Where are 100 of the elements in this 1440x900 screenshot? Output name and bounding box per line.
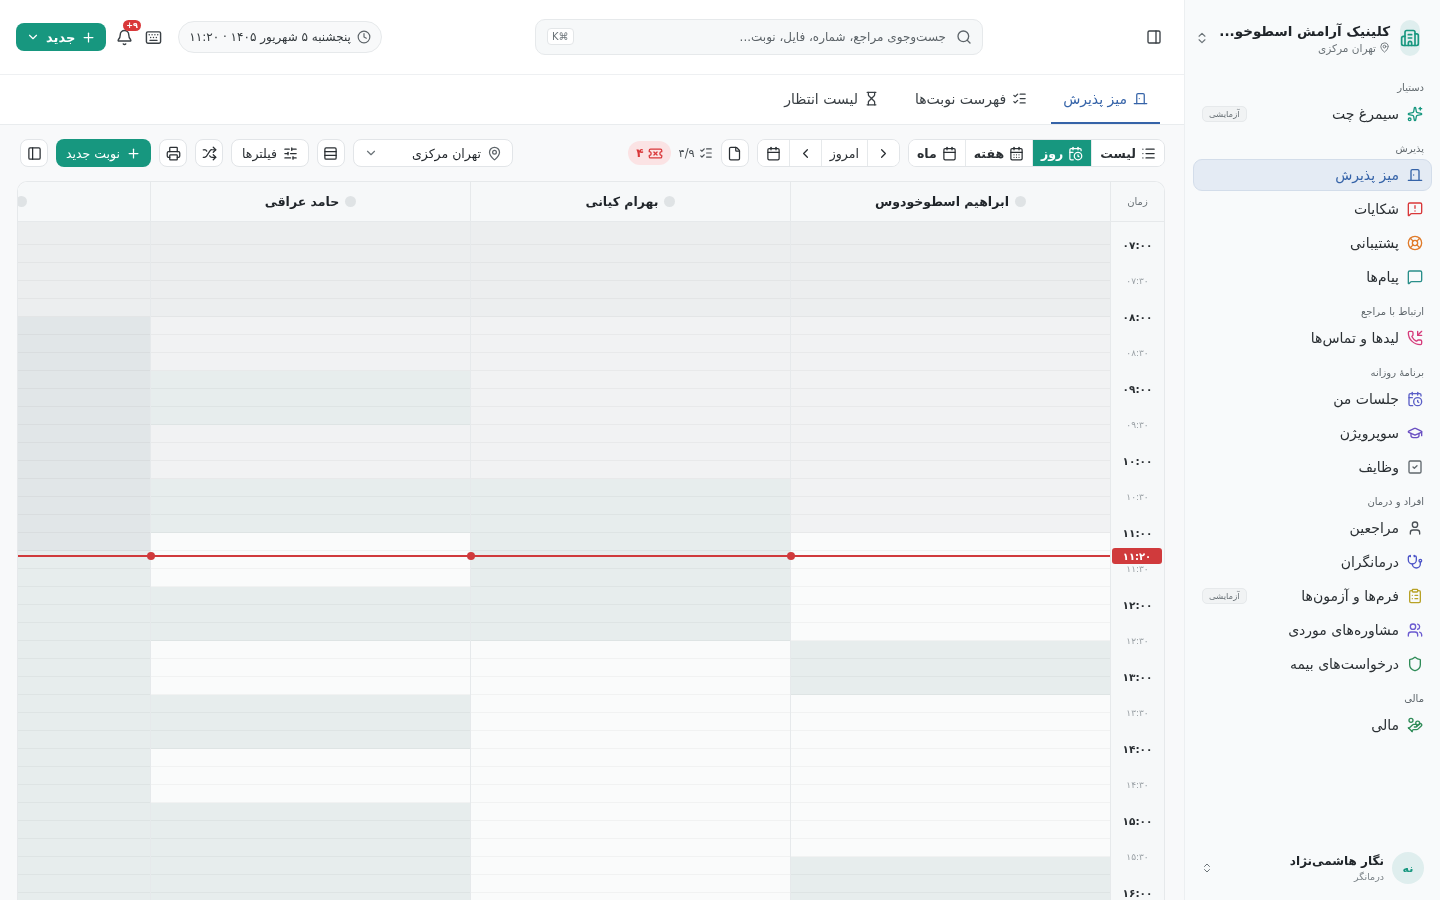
nav-item[interactable]: پشتیبانی (1193, 227, 1432, 259)
printer-icon (165, 145, 181, 161)
nav-item[interactable]: شکایات (1193, 193, 1432, 225)
nav-item[interactable]: وظایف (1193, 451, 1432, 483)
print-button[interactable] (159, 139, 187, 167)
user-role: درمانگر (1352, 871, 1384, 882)
section-label: افراد و درمان (1366, 495, 1425, 510)
section-label: پذیرش (1394, 142, 1425, 157)
clinic-logo (1400, 20, 1420, 56)
nav-item[interactable]: مشاوره‌های موردی (1193, 614, 1432, 646)
therapist-name: حامد عراقی (264, 194, 340, 209)
clipboard-icon (1407, 588, 1423, 604)
message-alert-icon (1407, 201, 1423, 217)
new-appointment-button[interactable]: نوبت جدید (56, 139, 151, 167)
shortcut-hint: ⌘K (547, 28, 574, 45)
location-select[interactable]: تهران مرکزی (352, 139, 513, 167)
tab[interactable]: میز پذیرش (1051, 75, 1160, 124)
beta-badge: آزمایشی (1202, 588, 1247, 604)
list-icon (1141, 145, 1156, 161)
column-header: زمان (1127, 196, 1148, 207)
section-label: برنامهٔ روزانه (1369, 366, 1425, 381)
clinic-location: تهران مرکزی (1318, 41, 1376, 54)
nav-item[interactable]: لیدها و تماس‌ها (1193, 322, 1432, 354)
cancelled-count: ۴ (628, 141, 671, 165)
stethoscope-icon (1407, 554, 1423, 570)
chevrons-icon[interactable] (1201, 862, 1213, 874)
file-button[interactable] (720, 139, 749, 167)
shuffle-button[interactable] (195, 139, 223, 167)
time-label: ۱۴:۰۰ (1122, 742, 1153, 757)
nav-item[interactable]: میز پذیرش (1193, 159, 1432, 191)
sparkles-icon (1407, 106, 1423, 122)
plus-icon (81, 29, 97, 45)
time-label: ۰۹:۳۰ (1126, 419, 1149, 432)
time-label: ۱۴:۳۰ (1126, 779, 1149, 792)
notification-count: ۹+ (123, 19, 141, 32)
search-icon (956, 29, 972, 45)
time-label: ۱۲:۳۰ (1126, 635, 1149, 648)
nav-item[interactable]: درخواست‌های بیمه (1193, 648, 1432, 680)
time-label: ۱۱:۰۰ (1122, 526, 1153, 541)
time-label: ۱۱:۳۰ (1126, 563, 1149, 576)
panel-button[interactable] (20, 139, 48, 167)
checklist-icon (1012, 91, 1028, 106)
view-option[interactable]: روز (1032, 140, 1092, 166)
section-label: ارتباط با مراجع (1359, 305, 1425, 320)
user-name: نگار هاشمی‌نژاد (1288, 854, 1384, 868)
completed-count: ۴/۹ (678, 146, 695, 160)
lifebuoy-icon (1407, 235, 1423, 251)
calendar-icon (1009, 145, 1025, 161)
time-label: ۰۸:۳۰ (1126, 347, 1149, 360)
time-label: ۱۵:۰۰ (1122, 814, 1153, 829)
time-label: ۰۹:۰۰ (1122, 382, 1153, 397)
time-label: ۱۳:۳۰ (1126, 707, 1149, 720)
panel-toggle-button[interactable] (1146, 29, 1162, 45)
therapist-name: بهرام کیانی (585, 194, 659, 209)
ticket-icon (647, 145, 663, 161)
user-icon (1407, 520, 1423, 536)
rows-icon (323, 145, 339, 161)
previous-button[interactable] (866, 140, 899, 166)
nav-item[interactable]: سوپرویژن (1193, 417, 1432, 449)
nav-item[interactable]: مالی (1193, 709, 1432, 741)
time-label: ۰۸:۰۰ (1122, 310, 1153, 325)
time-label: ۱۶:۰۰ (1122, 886, 1153, 900)
nav-item[interactable]: درمانگران (1193, 546, 1432, 578)
keyboard-button[interactable] (145, 28, 163, 46)
users-icon (1407, 622, 1423, 638)
therapist-name: ابراهیم اسطوخودوس (875, 194, 1009, 209)
nav-item[interactable]: جلسات من (1193, 383, 1432, 415)
beta-badge: آزمایشی (1202, 106, 1247, 122)
time-label: ۱۵:۳۰ (1126, 851, 1149, 864)
nav-item[interactable]: فرم‌ها و آزمون‌ها آزمایشی (1193, 580, 1432, 612)
graduation-cap-icon (1407, 425, 1423, 441)
rows-button[interactable] (316, 139, 345, 167)
nav-item[interactable]: پیام‌ها (1193, 261, 1432, 293)
new-button[interactable]: جدید (16, 23, 107, 51)
time-label: ۰۷:۰۰ (1122, 238, 1153, 253)
phone-icon (1407, 330, 1423, 346)
date-time: پنجشنبه ۵ شهریور ۱۴۰۵ · ۱۱:۲۰ (189, 30, 351, 44)
coins-icon (1407, 717, 1423, 733)
view-option[interactable]: لیست (1091, 140, 1164, 166)
sliders-icon (282, 145, 298, 161)
notifications-button[interactable] (116, 28, 134, 46)
user-avatar: نه (1392, 852, 1424, 884)
calendar-clock-icon (1407, 391, 1423, 407)
filters-button[interactable]: فیلترها (231, 139, 309, 167)
nav-item[interactable]: مراجعین (1193, 512, 1432, 544)
tab[interactable]: لیست انتظار (772, 75, 891, 124)
section-label: دستیار (1395, 81, 1425, 95)
file-icon (727, 145, 743, 161)
location-pin-icon (486, 145, 502, 161)
section-label: مالی (1403, 692, 1425, 706)
nav-item[interactable]: سیمرغ چت آزمایشی (1193, 98, 1432, 130)
time-label: ۱۲:۰۰ (1122, 598, 1153, 613)
checkbox-icon (1407, 459, 1423, 475)
tab[interactable]: فهرست نوبت‌ها (902, 75, 1040, 124)
calendar-clock-icon (1068, 145, 1084, 161)
door-icon (1133, 91, 1148, 106)
location-pin-icon (1379, 42, 1390, 53)
time-label: ۱۳:۰۰ (1122, 670, 1153, 685)
shield-icon (1407, 656, 1423, 672)
current-time-badge: ۱۱:۲۰ (1112, 548, 1162, 564)
